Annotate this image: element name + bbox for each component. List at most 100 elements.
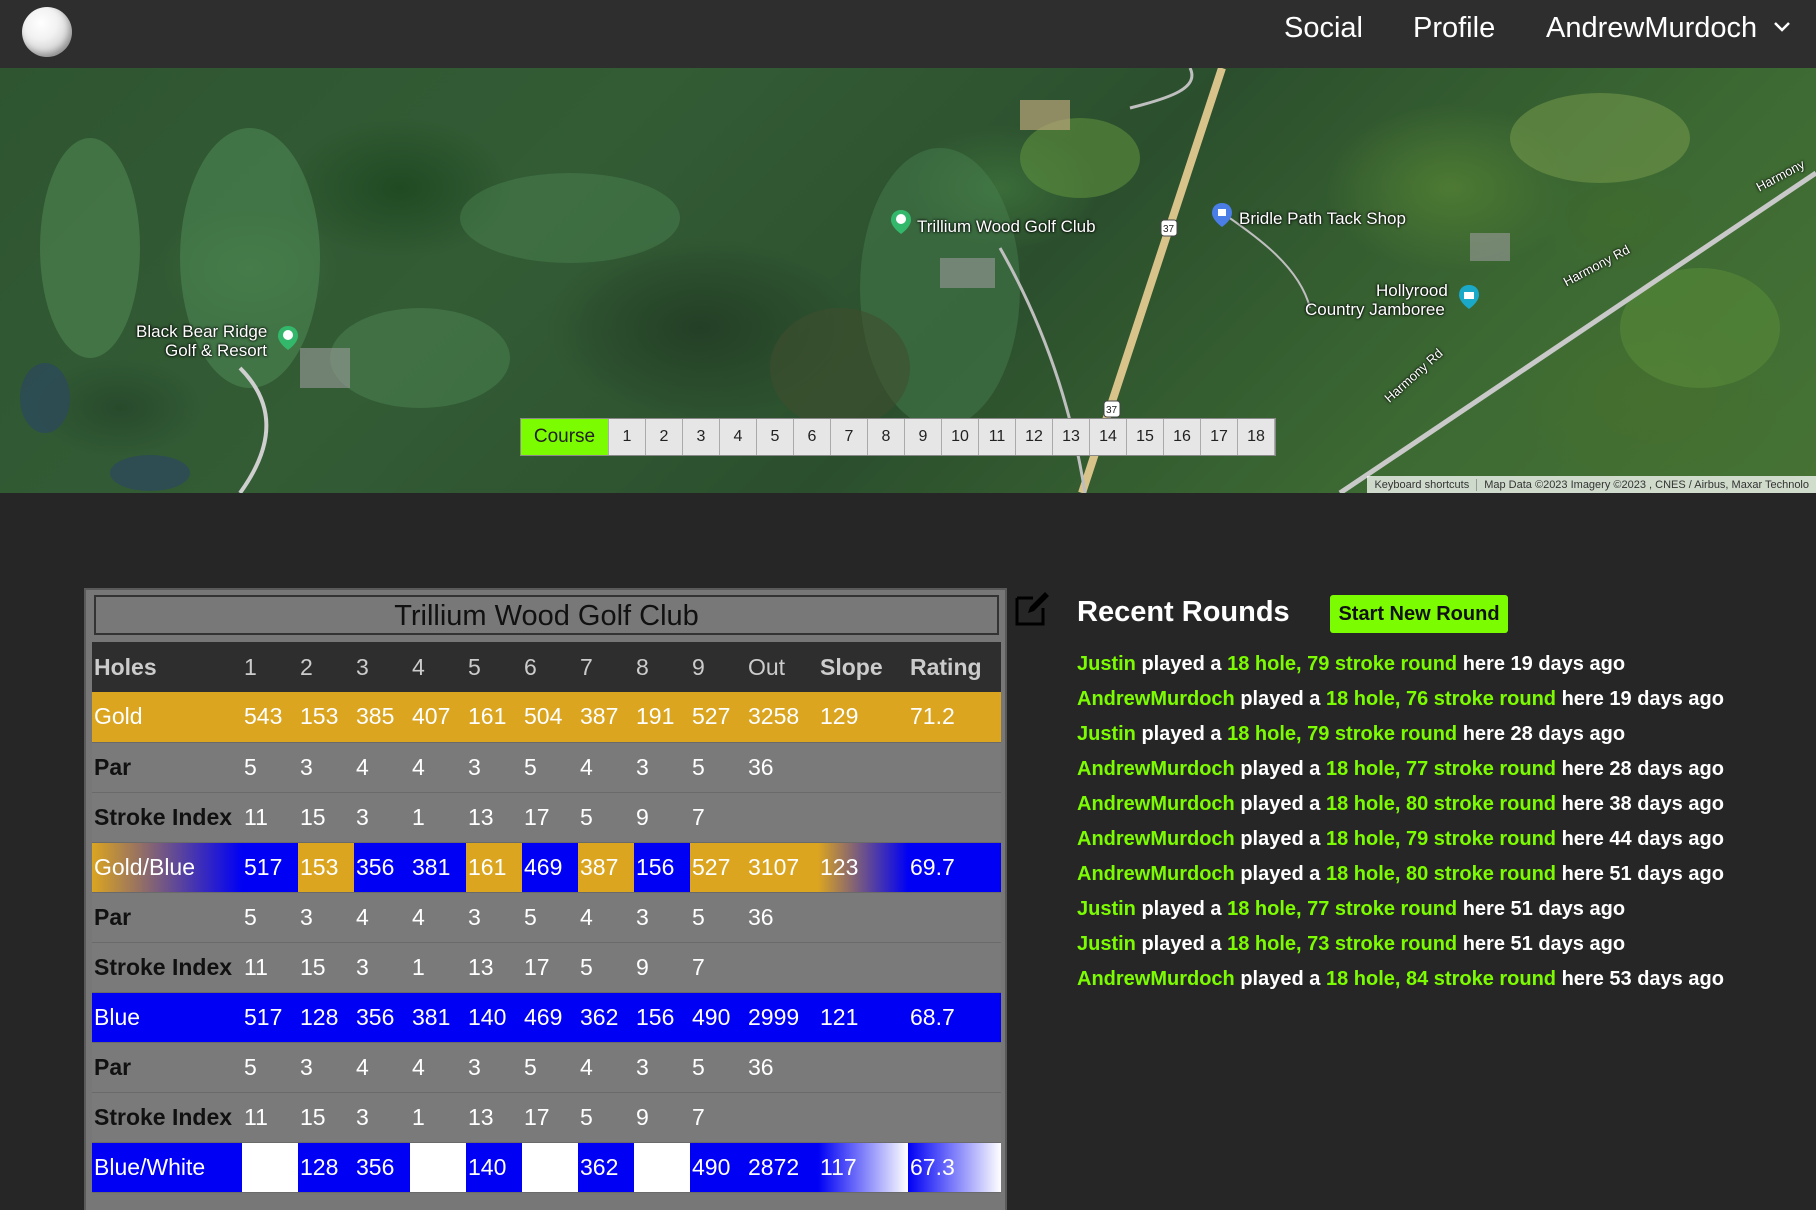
yardage-cell: 469 [522,992,578,1043]
tee-row-blue[interactable]: Blue 517 128 356 381 140 469 362 156 490… [92,992,1001,1043]
par-cell: 3 [298,742,354,793]
par-cell: 4 [410,892,466,943]
yardage-cell: 161 [466,692,522,743]
hole-tab-4[interactable]: 4 [720,419,757,455]
hole-tab-13[interactable]: 13 [1053,419,1090,455]
time-ago: 51 days ago [1609,863,1724,885]
hole-tab-18[interactable]: 18 [1238,419,1275,455]
round-link[interactable]: 18 hole, 77 stroke round [1227,898,1457,920]
player-link[interactable]: AndrewMurdoch [1077,863,1235,885]
here-text: here [1561,688,1604,710]
played-text: played a [1240,793,1321,815]
nav-social-link[interactable]: Social [1284,12,1363,45]
hole-tab-8[interactable]: 8 [868,419,905,455]
nav-user-menu[interactable]: AndrewMurdoch [1546,12,1757,45]
player-link[interactable]: AndrewMurdoch [1077,758,1235,780]
round-link[interactable]: 18 hole, 73 stroke round [1227,933,1457,955]
tee-row-gold-blue[interactable]: Gold/Blue 517 153 356 381 161 469 387 15… [92,842,1001,893]
hole-tab-1[interactable]: 1 [609,419,646,455]
par-cell: 4 [578,892,634,943]
player-link[interactable]: Justin [1077,898,1136,920]
hole-tab-10[interactable]: 10 [942,419,979,455]
yardage-cell: 341 [410,1142,466,1193]
yardage-cell: 140 [466,992,522,1043]
player-link[interactable]: Justin [1077,653,1136,675]
course-map[interactable]: 37 37 Trillium Wood Golf Club Bridle Pat… [0,68,1816,493]
tee-name: Blue/White [92,1142,242,1193]
scorecard: Trillium Wood Golf Club Holes 1 2 3 4 5 … [84,588,1007,1210]
header-cell: Out [746,642,818,692]
header-cell: 8 [634,642,690,692]
hole-tab-17[interactable]: 17 [1201,419,1238,455]
round-link[interactable]: 18 hole, 77 stroke round [1326,758,1556,780]
si-cell: 1 [410,942,466,993]
yardage-cell: 387 [578,842,634,893]
poi-black-bear-2[interactable]: Golf & Resort [165,341,267,360]
header-cell: 3 [354,642,410,692]
golf-pin-icon[interactable] [890,209,912,235]
out-total: 2999 [746,992,818,1043]
poi-black-bear-1[interactable]: Black Bear Ridge [136,322,267,341]
golf-pin-icon[interactable] [277,325,299,351]
venue-pin-icon[interactable] [1458,284,1480,310]
hole-tab-2[interactable]: 2 [646,419,683,455]
player-link[interactable]: Justin [1077,933,1136,955]
hole-tab-14[interactable]: 14 [1090,419,1127,455]
nav-profile-link[interactable]: Profile [1413,12,1495,45]
par-row: Par 5 3 4 4 3 5 4 3 5 36 [92,892,1001,943]
hole-tab-course[interactable]: Course [521,419,609,455]
course-title: Trillium Wood Golf Club [94,595,999,635]
round-link[interactable]: 18 hole, 79 stroke round [1227,653,1457,675]
hole-tab-3[interactable]: 3 [683,419,720,455]
hole-tab-9[interactable]: 9 [905,419,942,455]
golf-ball-logo-icon[interactable] [22,7,72,57]
player-link[interactable]: Justin [1077,723,1136,745]
keyboard-shortcuts-link[interactable]: Keyboard shortcuts [1367,479,1476,491]
si-cell: 13 [466,942,522,993]
round-link[interactable]: 18 hole, 79 stroke round [1227,723,1457,745]
tee-row-gold[interactable]: Gold 543 153 385 407 161 504 387 191 527… [92,692,1001,743]
round-link[interactable]: 18 hole, 84 stroke round [1326,968,1556,990]
si-cell: 9 [634,1092,690,1143]
time-ago: 51 days ago [1510,898,1626,920]
player-link[interactable]: AndrewMurdoch [1077,828,1235,850]
list-item: AndrewMurdoch played a 18 hole, 77 strok… [1077,757,1724,792]
poi-hollyrood-1[interactable]: Hollyrood [1376,281,1448,300]
poi-hollyrood-2[interactable]: Country Jamboree [1305,300,1445,319]
hole-tab-5[interactable]: 5 [757,419,794,455]
round-link[interactable]: 18 hole, 80 stroke round [1326,863,1556,885]
hole-tab-12[interactable]: 12 [1016,419,1053,455]
round-link[interactable]: 18 hole, 79 stroke round [1326,828,1556,850]
player-link[interactable]: AndrewMurdoch [1077,793,1235,815]
poi-trillium-wood[interactable]: Trillium Wood Golf Club [917,217,1096,236]
stroke-index-row: Stroke Index 11 15 3 1 13 17 5 9 7 [92,942,1001,993]
round-link[interactable]: 18 hole, 76 stroke round [1326,688,1556,710]
si-cell: 3 [354,942,410,993]
chevron-down-icon[interactable] [1771,16,1793,38]
player-link[interactable]: AndrewMurdoch [1077,688,1235,710]
hole-tab-15[interactable]: 15 [1127,419,1164,455]
si-cell: 7 [690,792,746,843]
yardage-cell: 356 [354,842,410,893]
shop-pin-icon[interactable] [1211,202,1233,228]
yardage-cell: 433 [522,1142,578,1193]
poi-bridle-path[interactable]: Bridle Path Tack Shop [1239,209,1406,228]
here-text: here [1561,863,1604,885]
round-link[interactable]: 18 hole, 80 stroke round [1326,793,1556,815]
player-link[interactable]: AndrewMurdoch [1077,968,1235,990]
si-cell: 15 [298,942,354,993]
par-cell: 5 [522,742,578,793]
hole-tab-16[interactable]: 16 [1164,419,1201,455]
played-text: played a [1141,933,1222,955]
tee-row-blue-white[interactable]: Blue/White 491 128 356 341 140 433 362 1… [92,1142,1001,1193]
list-item: Justin played a 18 hole, 79 stroke round… [1077,652,1724,687]
yardage-cell: 491 [242,1142,298,1193]
hole-tab-7[interactable]: 7 [831,419,868,455]
hole-tab-6[interactable]: 6 [794,419,831,455]
si-cell: 1 [410,792,466,843]
header-cell: Holes [92,642,242,692]
par-cell: 5 [242,892,298,943]
hole-tab-11[interactable]: 11 [979,419,1016,455]
start-new-round-button[interactable]: Start New Round [1330,595,1508,633]
edit-icon[interactable] [1013,588,1053,628]
